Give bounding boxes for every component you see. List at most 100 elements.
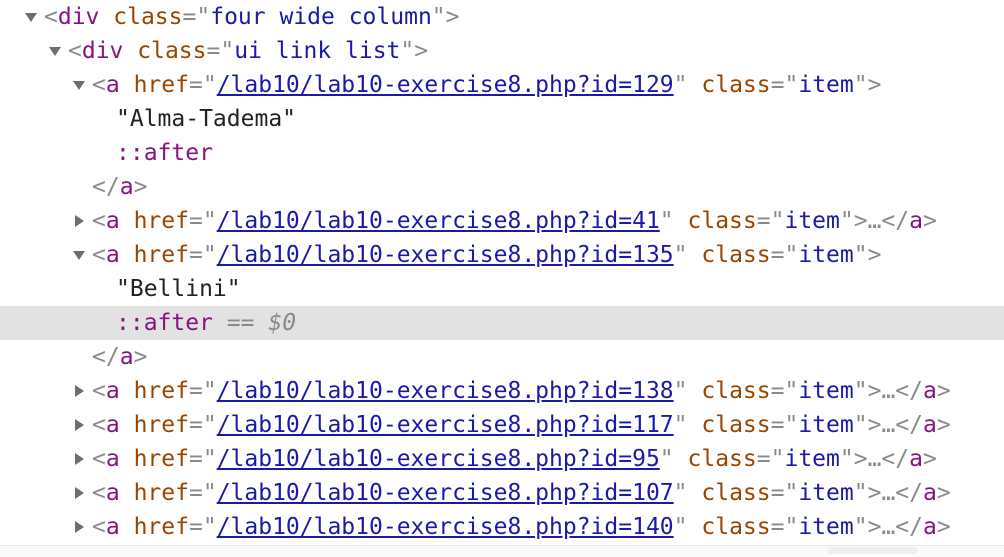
tree-row-link[interactable]: <a href="/lab10/lab10-exercise8.php?id=1…: [0, 476, 1004, 510]
pseudo-element[interactable]: ::after: [116, 310, 213, 336]
href-link[interactable]: /lab10/lab10-exercise8.php?id=135: [217, 242, 674, 268]
tree-row-link[interactable]: <a href="/lab10/lab10-exercise8.php?id=1…: [0, 510, 1004, 544]
triangle-down-icon: [49, 47, 61, 56]
tree-row-link[interactable]: <a href="/lab10/lab10-exercise8.php?id=1…: [0, 68, 1004, 102]
punct: ": [853, 514, 868, 540]
punct: =: [188, 378, 203, 404]
punct: >: [414, 38, 429, 64]
punct: =: [188, 446, 203, 472]
punct: ": [659, 208, 674, 234]
expand-toggle-icon[interactable]: [72, 408, 88, 442]
expand-toggle-icon[interactable]: [72, 442, 88, 476]
attribute-value[interactable]: item: [798, 514, 853, 540]
tree-row-text-node[interactable]: "Bellini": [0, 272, 1004, 306]
text-node[interactable]: "Alma-Tadema": [116, 102, 296, 136]
scrollbar-thumb[interactable]: [828, 547, 918, 554]
punct: >: [936, 412, 951, 438]
punct: ": [400, 38, 415, 64]
attribute-name: class: [701, 242, 771, 268]
tag-name: a: [119, 344, 134, 370]
punct: =: [188, 242, 203, 268]
href-link[interactable]: /lab10/lab10-exercise8.php?id=117: [217, 412, 674, 438]
expand-toggle-icon[interactable]: [72, 510, 88, 544]
attribute-value[interactable]: item: [798, 412, 853, 438]
tree-row-div-column[interactable]: <div class="four wide column">: [0, 0, 1004, 34]
attribute-name: href: [133, 72, 189, 98]
expand-toggle-icon[interactable]: [72, 476, 88, 510]
expand-toggle-icon[interactable]: [72, 374, 88, 408]
tree-row-link[interactable]: <a href="/lab10/lab10-exercise8.php?id=4…: [0, 204, 1004, 238]
triangle-right-icon: [75, 487, 84, 499]
punct: >…</: [867, 378, 923, 404]
elements-tree: <div class="four wide column"> <div clas…: [0, 0, 1004, 544]
attribute-name: href: [133, 412, 189, 438]
attribute-value[interactable]: item: [798, 72, 853, 98]
punct: ": [853, 72, 868, 98]
punct: ": [202, 446, 217, 472]
expand-toggle-icon[interactable]: [72, 238, 88, 272]
punct: >…</: [867, 412, 923, 438]
punct: ": [839, 208, 854, 234]
attribute-value[interactable]: item: [798, 378, 853, 404]
tree-row-link[interactable]: <a href="/lab10/lab10-exercise8.php?id=9…: [0, 442, 1004, 476]
tree-row-link[interactable]: <a href="/lab10/lab10-exercise8.php?id=1…: [0, 408, 1004, 442]
punct: <: [44, 4, 58, 30]
punct: =: [770, 412, 785, 438]
tree-row-link[interactable]: <a href="/lab10/lab10-exercise8.php?id=1…: [0, 238, 1004, 272]
attribute-value[interactable]: item: [784, 446, 839, 472]
punct: >: [133, 174, 148, 200]
href-link[interactable]: /lab10/lab10-exercise8.php?id=129: [217, 72, 674, 98]
href-link[interactable]: /lab10/lab10-exercise8.php?id=95: [217, 446, 660, 472]
tree-row-close-tag[interactable]: </a>: [0, 340, 1004, 374]
triangle-down-icon: [25, 13, 37, 22]
punct: ": [431, 4, 446, 30]
tree-row-close-tag[interactable]: </a>: [0, 170, 1004, 204]
punct: ": [784, 514, 799, 540]
punct: ": [202, 208, 217, 234]
expand-toggle-icon[interactable]: [24, 0, 40, 34]
punct: ": [784, 72, 799, 98]
tree-row-text-node[interactable]: "Alma-Tadema": [0, 102, 1004, 136]
tree-row-link[interactable]: <a href="/lab10/lab10-exercise8.php?id=1…: [0, 374, 1004, 408]
punct: ": [202, 72, 217, 98]
punct: <: [92, 72, 106, 98]
tree-row-div-list[interactable]: <div class="ui link list">: [0, 34, 1004, 68]
expand-toggle-icon[interactable]: [48, 34, 64, 68]
tag-name: a: [922, 378, 937, 404]
tag-name: a: [922, 480, 937, 506]
text-node[interactable]: "Bellini": [116, 272, 241, 306]
href-link[interactable]: /lab10/lab10-exercise8.php?id=41: [217, 208, 660, 234]
attribute-name: class: [701, 480, 771, 506]
punct: =: [770, 480, 785, 506]
attribute-value[interactable]: ui link list: [234, 38, 400, 64]
punct: <: [92, 378, 106, 404]
tag-name: a: [105, 446, 120, 472]
punct: >: [936, 480, 951, 506]
selected-marker: ==: [226, 310, 255, 336]
expand-toggle-icon[interactable]: [72, 204, 88, 238]
punct: ": [202, 242, 217, 268]
attribute-value[interactable]: item: [784, 208, 839, 234]
punct: ": [202, 378, 217, 404]
tree-row-pseudo[interactable]: ::after: [0, 136, 1004, 170]
punct: ": [770, 208, 785, 234]
attribute-name: class: [137, 38, 207, 64]
punct: ": [853, 480, 868, 506]
punct: >…</: [867, 514, 923, 540]
punct: ": [196, 4, 211, 30]
attribute-name: href: [133, 242, 189, 268]
punct: =: [770, 72, 785, 98]
attribute-value[interactable]: four wide column: [210, 4, 432, 30]
punct: >…</: [853, 208, 910, 234]
punct: <: [92, 480, 106, 506]
href-link[interactable]: /lab10/lab10-exercise8.php?id=140: [217, 514, 674, 540]
href-link[interactable]: /lab10/lab10-exercise8.php?id=107: [217, 480, 674, 506]
punct: <: [92, 412, 106, 438]
pseudo-element[interactable]: ::after: [116, 136, 213, 170]
href-link[interactable]: /lab10/lab10-exercise8.php?id=138: [217, 378, 674, 404]
punct: ": [673, 480, 688, 506]
tree-row-pseudo-selected[interactable]: ::after == $0: [0, 306, 1004, 340]
attribute-value[interactable]: item: [798, 242, 853, 268]
expand-toggle-icon[interactable]: [72, 68, 88, 102]
attribute-value[interactable]: item: [798, 480, 853, 506]
